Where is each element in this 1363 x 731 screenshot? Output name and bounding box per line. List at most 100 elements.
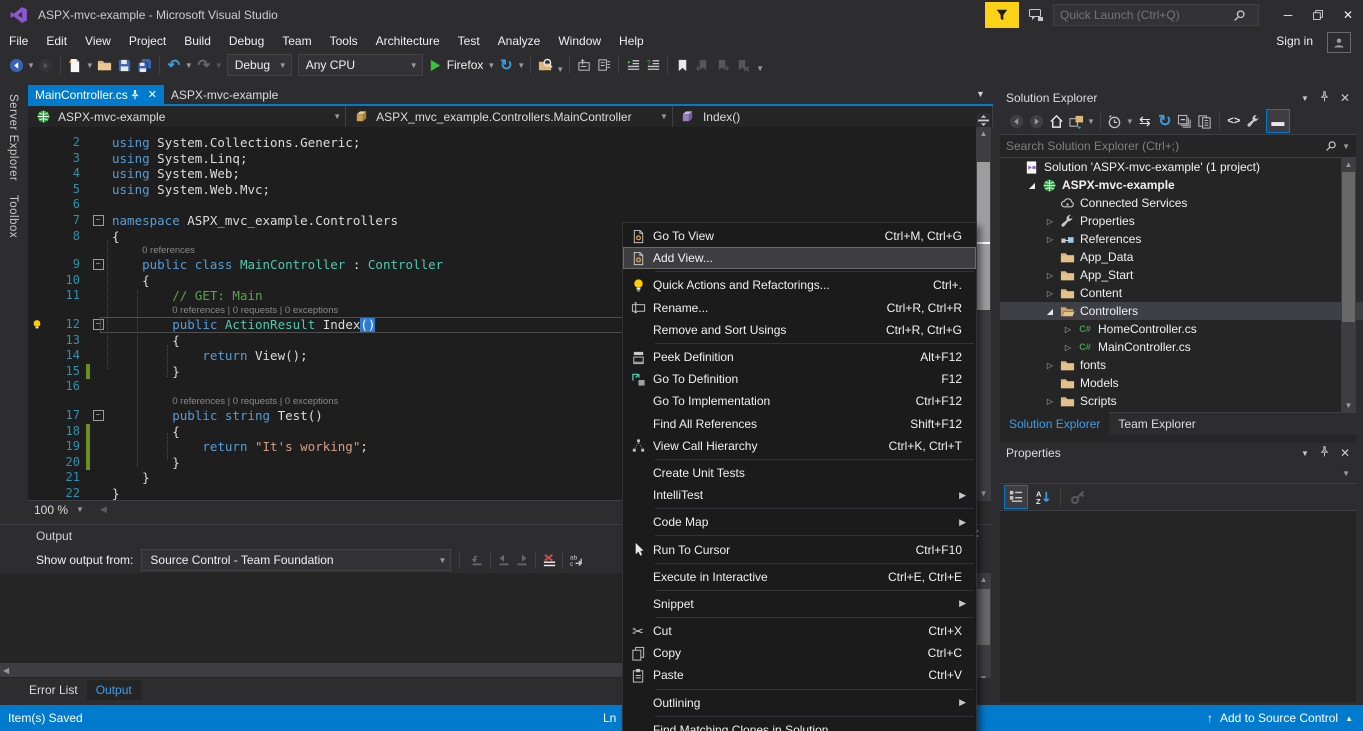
restore-button[interactable] — [1303, 4, 1333, 26]
editor-vertical-scrollbar[interactable]: ▲ ▼ — [976, 127, 991, 500]
debug_config-combo[interactable]: Debug▼ — [227, 54, 292, 76]
home-button[interactable] — [1047, 112, 1065, 130]
solution-explorer-search[interactable]: Search Solution Explorer (Ctrl+;) ▼ — [1000, 134, 1356, 158]
tree-item-fonts[interactable]: ▷fonts — [1000, 356, 1363, 374]
close-icon[interactable]: ✕ — [148, 88, 157, 101]
menu-analyze[interactable]: Analyze — [489, 31, 550, 51]
redo-button[interactable]: ↷▼ — [195, 56, 223, 74]
add-to-source-control-button[interactable]: ↑ Add to Source Control ▲ — [1207, 711, 1353, 725]
expander-collapsed-icon[interactable]: ▷ — [1042, 361, 1058, 370]
pin-icon[interactable] — [1319, 446, 1330, 460]
code-line-6[interactable]: 6 — [28, 197, 976, 213]
context-menu-item-view-call-hierarchy[interactable]: View Call HierarchyCtrl+K, Ctrl+T — [623, 435, 976, 457]
properties-object-combo[interactable]: ▼ — [1000, 463, 1356, 484]
menu-edit[interactable]: Edit — [37, 31, 76, 51]
se-back-button[interactable] — [1007, 112, 1025, 130]
menu-team[interactable]: Team — [273, 31, 320, 51]
goto-message-icon[interactable] — [468, 551, 486, 569]
expander-collapsed-icon[interactable]: ▷ — [1060, 343, 1076, 352]
avatar[interactable] — [1327, 32, 1351, 53]
context-menu-item-outlining[interactable]: Outlining▶ — [623, 692, 976, 714]
tree-item-connected-services[interactable]: Connected Services — [1000, 194, 1363, 212]
code-line-2[interactable]: 2using System.Collections.Generic; — [28, 135, 976, 151]
refresh-blue-button[interactable]: ↻ — [1156, 112, 1174, 130]
expander-collapsed-icon[interactable]: ▷ — [1042, 217, 1058, 226]
context-menu-item-peek-definition[interactable]: Peek DefinitionAlt+F12 — [623, 346, 976, 368]
close-icon[interactable]: ✕ — [1340, 91, 1350, 105]
collapse-minus-icon[interactable]: − — [93, 319, 104, 330]
sync-button[interactable]: ⇆ — [1136, 112, 1154, 130]
tree-item-homecontroller-cs[interactable]: ▷C#HomeController.cs — [1000, 320, 1363, 338]
breadcrumb-project[interactable]: ASPX-mvc-example▼ — [28, 106, 346, 127]
menu-debug[interactable]: Debug — [220, 31, 273, 51]
menu-tools[interactable]: Tools — [321, 31, 367, 51]
context-menu-item-remove-and-sort-usings[interactable]: Remove and Sort UsingsCtrl+R, Ctrl+G — [623, 319, 976, 341]
scroll-up-arrow[interactable]: ▲ — [1341, 158, 1356, 171]
start-debugging-button[interactable]: Firefox▼ — [427, 56, 496, 74]
document-tab-aspx-mvc-example[interactable]: ASPX-mvc-example — [164, 85, 285, 104]
preview-selected-item-toggle[interactable]: ▬ — [1266, 109, 1290, 133]
sign-in-link[interactable]: Sign in — [1276, 34, 1313, 48]
scrollbar-thumb[interactable] — [1342, 172, 1355, 322]
expander-collapsed-icon[interactable]: ▷ — [1060, 325, 1076, 334]
platform-combo[interactable]: Any CPU▼ — [298, 54, 423, 76]
tree-item-app-data[interactable]: App_Data — [1000, 248, 1363, 266]
scroll-up-arrow[interactable]: ▲ — [976, 127, 991, 140]
nav-forward-button[interactable] — [37, 56, 55, 74]
panel-tab-solution-explorer[interactable]: Solution Explorer — [1000, 410, 1109, 438]
undo-button[interactable]: ↶▼ — [165, 56, 193, 74]
context-menu-item-add-view-[interactable]: Add View... — [623, 247, 976, 269]
tree-item-models[interactable]: Models — [1000, 374, 1363, 392]
menu-test[interactable]: Test — [449, 31, 489, 51]
panel-tab-error-list[interactable]: Error List — [20, 680, 87, 700]
scrollbar-thumb[interactable] — [977, 589, 990, 645]
hscroll-left-arrow[interactable]: ◀ — [100, 504, 107, 515]
pin-icon[interactable] — [128, 86, 142, 104]
tree-item-references[interactable]: ▷References — [1000, 230, 1363, 248]
context-menu-item-copy[interactable]: CopyCtrl+C — [623, 642, 976, 664]
categorized-view-button[interactable] — [1004, 485, 1028, 509]
window-switch-button[interactable]: ▼ — [1067, 112, 1095, 130]
collapse-minus-icon[interactable]: − — [93, 259, 104, 270]
search-icon[interactable] — [1230, 6, 1248, 24]
expander-collapsed-icon[interactable]: ▷ — [1042, 289, 1058, 298]
collapse-minus-icon[interactable]: − — [93, 410, 104, 421]
tree-item-scripts[interactable]: ▷Scripts — [1000, 392, 1363, 410]
menu-build[interactable]: Build — [175, 31, 220, 51]
output-vertical-scrollbar[interactable]: ▲ ▼ — [976, 573, 991, 685]
open-folder-button[interactable] — [96, 56, 114, 74]
scroll-down-arrow[interactable]: ▼ — [1341, 399, 1356, 412]
pending-clock-button[interactable]: ▼ — [1106, 112, 1134, 130]
word-wrap-icon[interactable]: abc — [567, 551, 585, 569]
menu-project[interactable]: Project — [120, 31, 175, 51]
context-menu-item-paste[interactable]: PasteCtrl+V — [623, 664, 976, 686]
scroll-down-arrow[interactable]: ▼ — [976, 487, 991, 500]
next-message-icon[interactable] — [513, 551, 531, 569]
tree-item-aspx-mvc-example[interactable]: ◢ASPX-mvc-example — [1000, 176, 1363, 194]
pin-icon[interactable] — [1319, 91, 1330, 105]
tree-item-content[interactable]: ▷Content — [1000, 284, 1363, 302]
tab-overflow-chevron-icon[interactable]: ▼ — [976, 89, 985, 99]
context-menu-item-code-map[interactable]: Code Map▶ — [623, 511, 976, 533]
indent1-button[interactable] — [624, 56, 642, 74]
tree-item-maincontroller-cs[interactable]: ▷C#MainController.cs — [1000, 338, 1363, 356]
nav-box-button[interactable] — [575, 56, 593, 74]
context-menu-item-go-to-view[interactable]: Go To ViewCtrl+M, Ctrl+G — [623, 225, 976, 247]
code-view-button[interactable]: <> — [1225, 112, 1243, 130]
menu-window[interactable]: Window — [549, 31, 610, 51]
outline-collapse-box[interactable]: − — [90, 408, 106, 424]
tree-item-properties[interactable]: ▷Properties — [1000, 212, 1363, 230]
menu-file[interactable]: File — [0, 31, 37, 51]
expander-expanded-icon[interactable]: ◢ — [1042, 307, 1058, 316]
context-menu-item-intellitest[interactable]: IntelliTest▶ — [623, 484, 976, 506]
indent2-button[interactable]: ? — [644, 56, 662, 74]
expander-collapsed-icon[interactable]: ▷ — [1042, 271, 1058, 280]
context-menu-item-go-to-implementation[interactable]: Go To ImplementationCtrl+F12 — [623, 390, 976, 412]
split-editor-handle-icon[interactable] — [976, 113, 991, 127]
chevron-down-icon[interactable]: ▼ — [1301, 449, 1309, 458]
tree-item-app-start[interactable]: ▷App_Start — [1000, 266, 1363, 284]
previous-message-icon[interactable] — [495, 551, 513, 569]
context-menu-item-execute-in-interactive[interactable]: Execute in InteractiveCtrl+E, Ctrl+E — [623, 566, 976, 588]
properties-header[interactable]: Properties ▼ ✕ — [1000, 443, 1356, 463]
toolbar-overflow-icon[interactable]: ▼ — [556, 65, 564, 74]
